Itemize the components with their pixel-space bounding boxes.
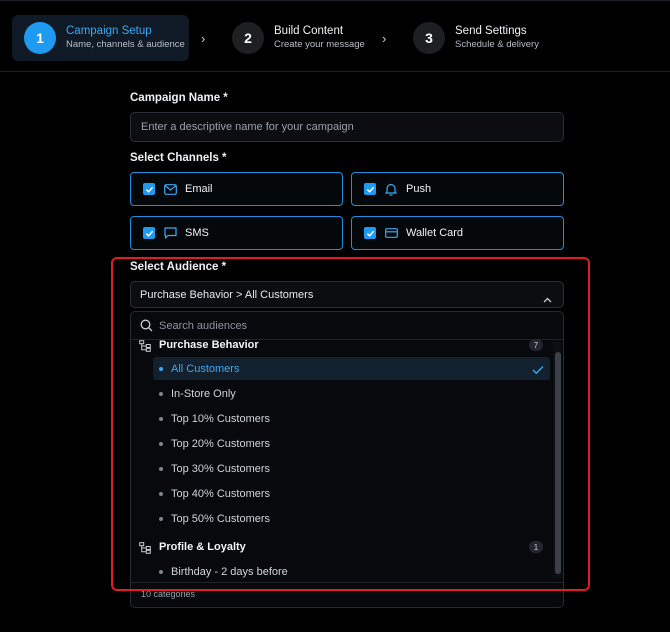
campaign-stepper: 1 Campaign Setup Name, channels & audien…: [0, 0, 670, 72]
channel-label: Push: [406, 183, 432, 195]
option-label: Top 30% Customers: [171, 462, 271, 475]
audience-option[interactable]: Birthday - 2 days before: [153, 560, 550, 583]
channel-push[interactable]: Push: [351, 172, 564, 206]
step-subtitle: Name, channels & audience: [66, 39, 185, 50]
option-label: Birthday - 2 days before: [171, 565, 288, 578]
audience-search-input[interactable]: [159, 319, 539, 332]
step-number: 2: [232, 22, 264, 54]
dropdown-footer: 10 categories: [131, 582, 563, 607]
checkbox-checked-icon[interactable]: [143, 183, 155, 195]
hierarchy-icon: [139, 541, 151, 554]
chevron-right-icon: ›: [382, 31, 387, 46]
audience-dropdown: Purchase Behavior 7 All Customers In-Sto…: [130, 311, 564, 608]
audience-group-purchase-behavior: Purchase Behavior 7: [139, 336, 543, 354]
chat-icon: [163, 226, 177, 240]
audience-option[interactable]: Top 40% Customers: [153, 482, 550, 505]
search-icon: [140, 319, 153, 332]
checkmark-icon: [532, 362, 544, 380]
channels-label: Select Channels *: [130, 152, 227, 164]
step-title: Campaign Setup: [66, 25, 152, 37]
step-subtitle: Schedule & delivery: [455, 39, 539, 50]
audience-option[interactable]: In-Store Only: [153, 382, 550, 405]
checkbox-checked-icon[interactable]: [143, 227, 155, 239]
channel-label: SMS: [185, 227, 209, 239]
group-name: Purchase Behavior: [159, 339, 259, 351]
audience-label: Select Audience *: [130, 261, 227, 273]
audience-group-profile-loyalty: Profile & Loyalty 1: [139, 538, 543, 556]
channel-label: Wallet Card: [406, 227, 464, 239]
channel-wallet-card[interactable]: Wallet Card: [351, 216, 564, 250]
step-send-settings[interactable]: 3 Send Settings Schedule & delivery: [413, 15, 539, 61]
option-label: Top 10% Customers: [171, 412, 271, 425]
option-label: In-Store Only: [171, 387, 236, 400]
audience-option-all-customers[interactable]: All Customers: [153, 357, 550, 380]
channel-sms[interactable]: SMS: [130, 216, 343, 250]
checkbox-checked-icon[interactable]: [364, 227, 376, 239]
option-label: All Customers: [171, 362, 240, 375]
step-build-content[interactable]: 2 Build Content Create your message: [232, 15, 365, 61]
channel-email[interactable]: Email: [130, 172, 343, 206]
campaign-name-label: Campaign Name *: [130, 92, 228, 104]
group-count-badge: 1: [529, 541, 543, 553]
step-number: 3: [413, 22, 445, 54]
step-title: Send Settings: [455, 25, 527, 37]
option-label: Top 40% Customers: [171, 487, 271, 500]
group-name: Profile & Loyalty: [159, 541, 246, 553]
campaign-name-input[interactable]: [130, 112, 564, 142]
step-title: Build Content: [274, 25, 344, 37]
step-campaign-setup[interactable]: 1 Campaign Setup Name, channels & audien…: [12, 15, 189, 61]
card-icon: [384, 226, 398, 240]
chevron-up-icon[interactable]: [543, 290, 552, 308]
bell-icon: [384, 182, 398, 196]
dropdown-scrollbar-thumb[interactable]: [555, 352, 561, 574]
mail-icon: [163, 182, 177, 196]
hierarchy-icon: [139, 339, 151, 352]
step-number: 1: [24, 22, 56, 54]
chevron-right-icon: ›: [201, 31, 206, 46]
audience-option[interactable]: Top 20% Customers: [153, 432, 550, 455]
group-count-badge: 7: [529, 339, 543, 351]
option-label: Top 50% Customers: [171, 512, 271, 525]
audience-option[interactable]: Top 30% Customers: [153, 457, 550, 480]
option-label: Top 20% Customers: [171, 437, 271, 450]
channel-label: Email: [185, 183, 213, 195]
checkbox-checked-icon[interactable]: [364, 183, 376, 195]
step-subtitle: Create your message: [274, 39, 365, 50]
audience-selected-value: Purchase Behavior > All Customers: [140, 288, 314, 301]
audience-option[interactable]: Top 50% Customers: [153, 507, 550, 530]
audience-select[interactable]: Purchase Behavior > All Customers: [130, 281, 564, 308]
audience-option[interactable]: Top 10% Customers: [153, 407, 550, 430]
